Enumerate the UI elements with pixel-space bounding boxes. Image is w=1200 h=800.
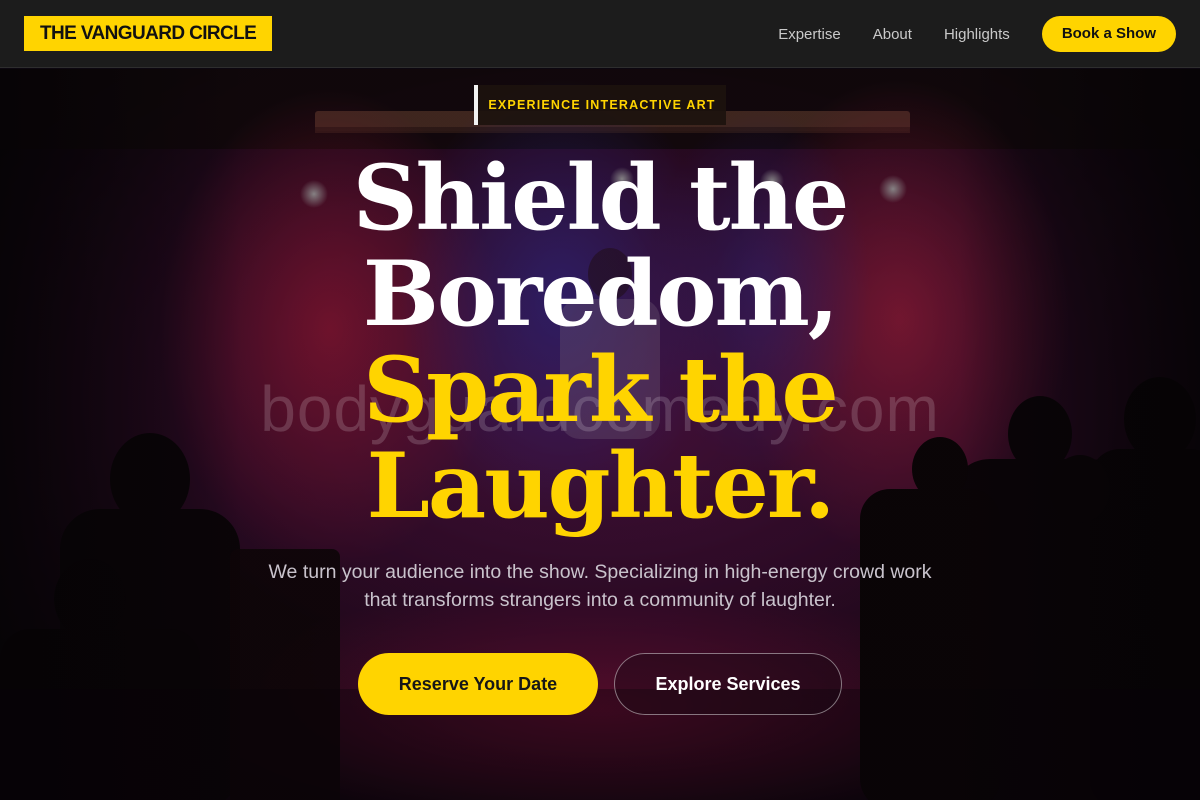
reserve-date-button[interactable]: Reserve Your Date [358, 653, 598, 715]
headline-line-4: Laughter. [366, 433, 836, 539]
top-nav: THE VANGUARD CIRCLE Expertise About High… [0, 0, 1200, 68]
book-show-button[interactable]: Book a Show [1041, 16, 1176, 52]
hero-eyebrow-badge: EXPERIENCE INTERACTIVE ART [474, 85, 726, 125]
headline-line-2: Boredom, [362, 241, 839, 347]
site-logo[interactable]: THE VANGUARD CIRCLE [24, 16, 273, 51]
nav-link-highlights[interactable]: Highlights [944, 26, 1010, 43]
headline-line-1: Shield the [352, 145, 850, 251]
explore-services-button[interactable]: Explore Services [614, 653, 842, 715]
nav-link-about[interactable]: About [873, 26, 912, 43]
nav-links: Expertise About Highlights Book a Show [778, 16, 1176, 52]
nav-link-expertise[interactable]: Expertise [778, 26, 841, 43]
hero-description: We turn your audience into the show. Spe… [268, 561, 932, 611]
hero-headline: Shield the Boredom, Spark the Laughter. [0, 150, 1200, 534]
headline-line-3: Spark the [363, 337, 839, 443]
